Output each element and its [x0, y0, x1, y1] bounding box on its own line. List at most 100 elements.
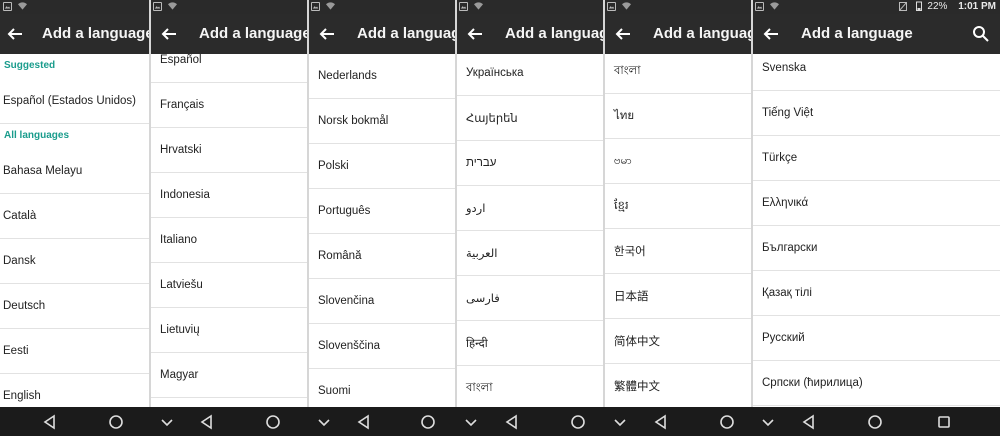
list-item[interactable]: हिन्दी: [456, 321, 604, 366]
list-item[interactable]: Български: [752, 226, 1000, 271]
list-item[interactable]: Español: [150, 54, 308, 83]
list-item[interactable]: Eesti: [0, 329, 150, 374]
screenshot-strip: Add a language Suggested Español (Estado…: [0, 0, 1000, 436]
list-item[interactable]: 한국어: [604, 229, 752, 274]
app-toolbar: Add a language: [604, 14, 752, 54]
app-toolbar: Add a language: [0, 14, 150, 54]
chevron-down-icon[interactable]: [316, 414, 332, 430]
language-list: Nederlands Norsk bokmål Polski Português…: [308, 54, 456, 407]
list-item[interactable]: Slovenčina: [308, 279, 456, 324]
language-list: বাংলা ไทย ဗမာ ខ្មែរ 한국어 日本語 简体中文 繁體中文: [604, 54, 752, 407]
list-item[interactable]: العربية: [456, 231, 604, 276]
language-list: Suggested Español (Estados Unidos) All l…: [0, 54, 150, 407]
status-right: 22% 1:01 PM: [898, 1, 996, 12]
list-item[interactable]: English: [0, 374, 150, 407]
wifi-icon: [168, 2, 177, 10]
list-item[interactable]: Nederlands: [308, 54, 456, 99]
list-item[interactable]: Hrvatski: [150, 128, 308, 173]
triangle-back-icon[interactable]: [42, 414, 58, 430]
list-item[interactable]: Қазақ тілі: [752, 271, 1000, 316]
list-item[interactable]: Polski: [308, 144, 456, 189]
circle-home-icon[interactable]: [867, 414, 883, 430]
panel-divider: [307, 0, 309, 407]
arrow-left-icon[interactable]: [760, 23, 782, 45]
arrow-left-icon[interactable]: [4, 23, 26, 45]
triangle-back-icon[interactable]: [801, 414, 817, 430]
list-item[interactable]: Português: [308, 189, 456, 234]
list-item[interactable]: Română: [308, 234, 456, 279]
list-item[interactable]: Français: [150, 83, 308, 128]
language-list: Svenska Tiếng Việt Türkçe Ελληνικά Бълга…: [752, 54, 1000, 407]
screen-panel-6: 22% 1:01 PM Add a language Svenska Tiếng…: [752, 0, 1000, 436]
list-item[interactable]: Norsk bokmål: [308, 99, 456, 144]
circle-home-icon[interactable]: [719, 414, 735, 430]
status-bar: 22% 1:01 PM: [752, 0, 1000, 14]
list-item[interactable]: Русский: [752, 316, 1000, 361]
arrow-left-icon[interactable]: [612, 23, 634, 45]
image-notification-icon: [153, 2, 162, 11]
list-item[interactable]: Latviešu: [150, 263, 308, 308]
triangle-back-icon[interactable]: [653, 414, 669, 430]
chevron-down-icon[interactable]: [463, 414, 479, 430]
chevron-down-icon[interactable]: [760, 414, 776, 430]
arrow-left-icon[interactable]: [158, 23, 180, 45]
chevron-down-icon[interactable]: [612, 414, 628, 430]
triangle-back-icon[interactable]: [504, 414, 520, 430]
list-item[interactable]: 简体中文: [604, 319, 752, 364]
list-item[interactable]: Tiếng Việt: [752, 91, 1000, 136]
list-item[interactable]: ဗမာ: [604, 139, 752, 184]
list-item[interactable]: Español (Estados Unidos): [0, 79, 150, 124]
status-bar: [0, 0, 150, 14]
list-item[interactable]: বাংলা: [456, 366, 604, 407]
image-notification-icon: [311, 2, 320, 11]
status-bar: [308, 0, 456, 14]
app-toolbar: Add a language: [752, 14, 1000, 54]
circle-home-icon[interactable]: [570, 414, 586, 430]
panel-divider: [149, 0, 151, 407]
signal-off-icon: [898, 1, 908, 12]
list-item[interactable]: اردو: [456, 186, 604, 231]
list-item[interactable]: Ελληνικά: [752, 181, 1000, 226]
page-title: Add a language: [653, 25, 752, 42]
triangle-back-icon[interactable]: [356, 414, 372, 430]
language-list: Українська Հայերեն עברית اردو العربية فا…: [456, 54, 604, 407]
list-item[interactable]: עברית: [456, 141, 604, 186]
page-title: Add a language: [505, 25, 604, 42]
search-icon[interactable]: [972, 25, 990, 43]
chevron-down-icon[interactable]: [159, 414, 175, 430]
list-item[interactable]: ខ្មែរ: [604, 184, 752, 229]
section-header-suggested: Suggested: [4, 60, 56, 71]
list-item[interactable]: Dansk: [0, 239, 150, 284]
status-bar: [150, 0, 308, 14]
list-item[interactable]: Indonesia: [150, 173, 308, 218]
triangle-back-icon[interactable]: [199, 414, 215, 430]
list-item[interactable]: ไทย: [604, 94, 752, 139]
list-item[interactable]: Türkçe: [752, 136, 1000, 181]
image-notification-icon: [459, 2, 468, 11]
arrow-left-icon[interactable]: [316, 23, 338, 45]
list-item[interactable]: Slovenščina: [308, 324, 456, 369]
panel-divider: [603, 0, 605, 407]
list-item[interactable]: বাংলা: [604, 54, 752, 94]
circle-home-icon[interactable]: [420, 414, 436, 430]
list-item[interactable]: Српски (ћирилица): [752, 361, 1000, 406]
list-item[interactable]: فارسی: [456, 276, 604, 321]
list-item[interactable]: Bahasa Melayu: [0, 149, 150, 194]
list-item[interactable]: Lietuvių: [150, 308, 308, 353]
list-item[interactable]: 繁體中文: [604, 364, 752, 407]
battery-level: 22%: [927, 1, 948, 12]
list-item[interactable]: Deutsch: [0, 284, 150, 329]
list-item[interactable]: Հայերեն: [456, 96, 604, 141]
square-recents-icon[interactable]: [936, 414, 952, 430]
circle-home-icon[interactable]: [108, 414, 124, 430]
list-item[interactable]: Українська: [456, 54, 604, 96]
app-toolbar: Add a language: [456, 14, 604, 54]
list-item[interactable]: Svenska: [752, 54, 1000, 91]
list-item[interactable]: Italiano: [150, 218, 308, 263]
list-item[interactable]: Català: [0, 194, 150, 239]
arrow-left-icon[interactable]: [464, 23, 486, 45]
list-item[interactable]: Magyar: [150, 353, 308, 398]
list-item[interactable]: 日本語: [604, 274, 752, 319]
circle-home-icon[interactable]: [265, 414, 281, 430]
list-item[interactable]: Suomi: [308, 369, 456, 407]
